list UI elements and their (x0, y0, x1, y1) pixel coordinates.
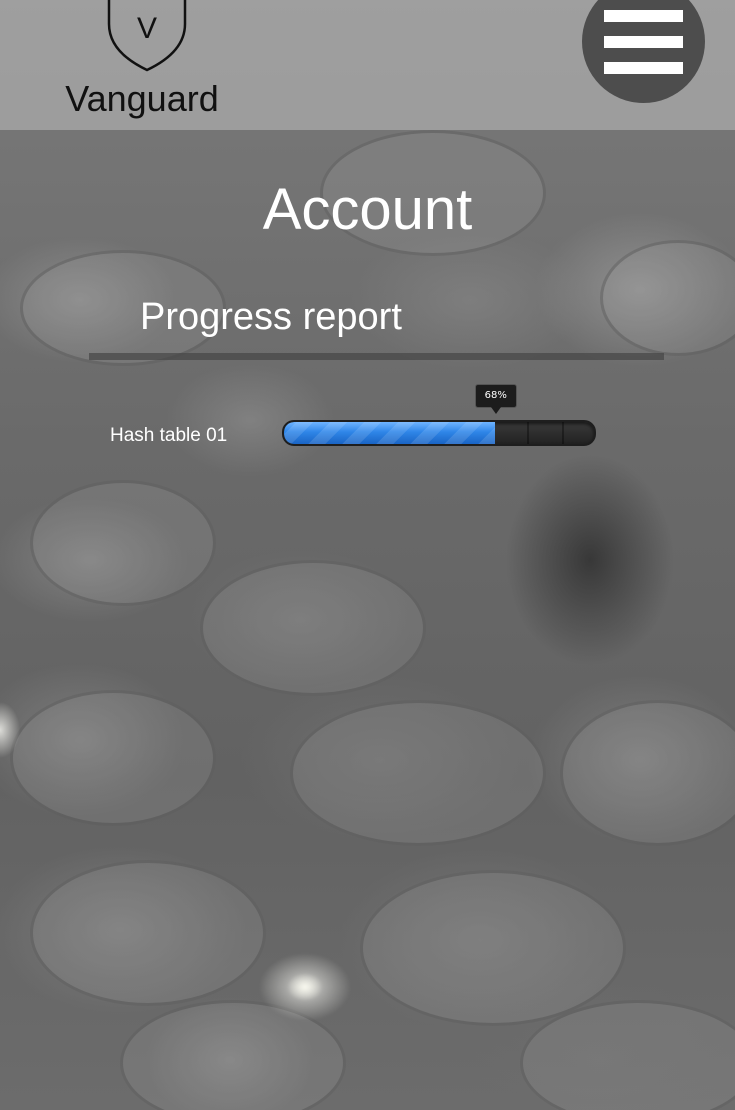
shield-logo-icon: V (107, 0, 187, 72)
brand-name: Vanguard (65, 78, 219, 119)
progress-item: Hash table 01 68% (110, 384, 610, 456)
progress-bar (282, 420, 596, 446)
section-divider (89, 353, 664, 360)
background-image (0, 0, 735, 1110)
section-title-progress-report: Progress report (140, 296, 402, 338)
brand-logo[interactable]: V Vanguard (56, 0, 228, 122)
hamburger-menu-icon-bar-top (604, 10, 683, 22)
page-title: Account (262, 177, 473, 242)
hamburger-menu-icon-bar-bottom (604, 62, 683, 74)
water-lily-flower-edge (0, 700, 20, 760)
site-header: V Vanguard (0, 0, 735, 130)
progress-bar-fill (284, 422, 495, 444)
water-lily-flower (255, 945, 355, 1025)
progress-percent-tooltip: 68% (474, 384, 517, 414)
logo-letter: V (137, 12, 157, 45)
progress-label: Hash table 01 (110, 425, 228, 446)
hamburger-menu-button[interactable] (582, 0, 705, 103)
hamburger-menu-icon-bar-middle (604, 36, 683, 48)
